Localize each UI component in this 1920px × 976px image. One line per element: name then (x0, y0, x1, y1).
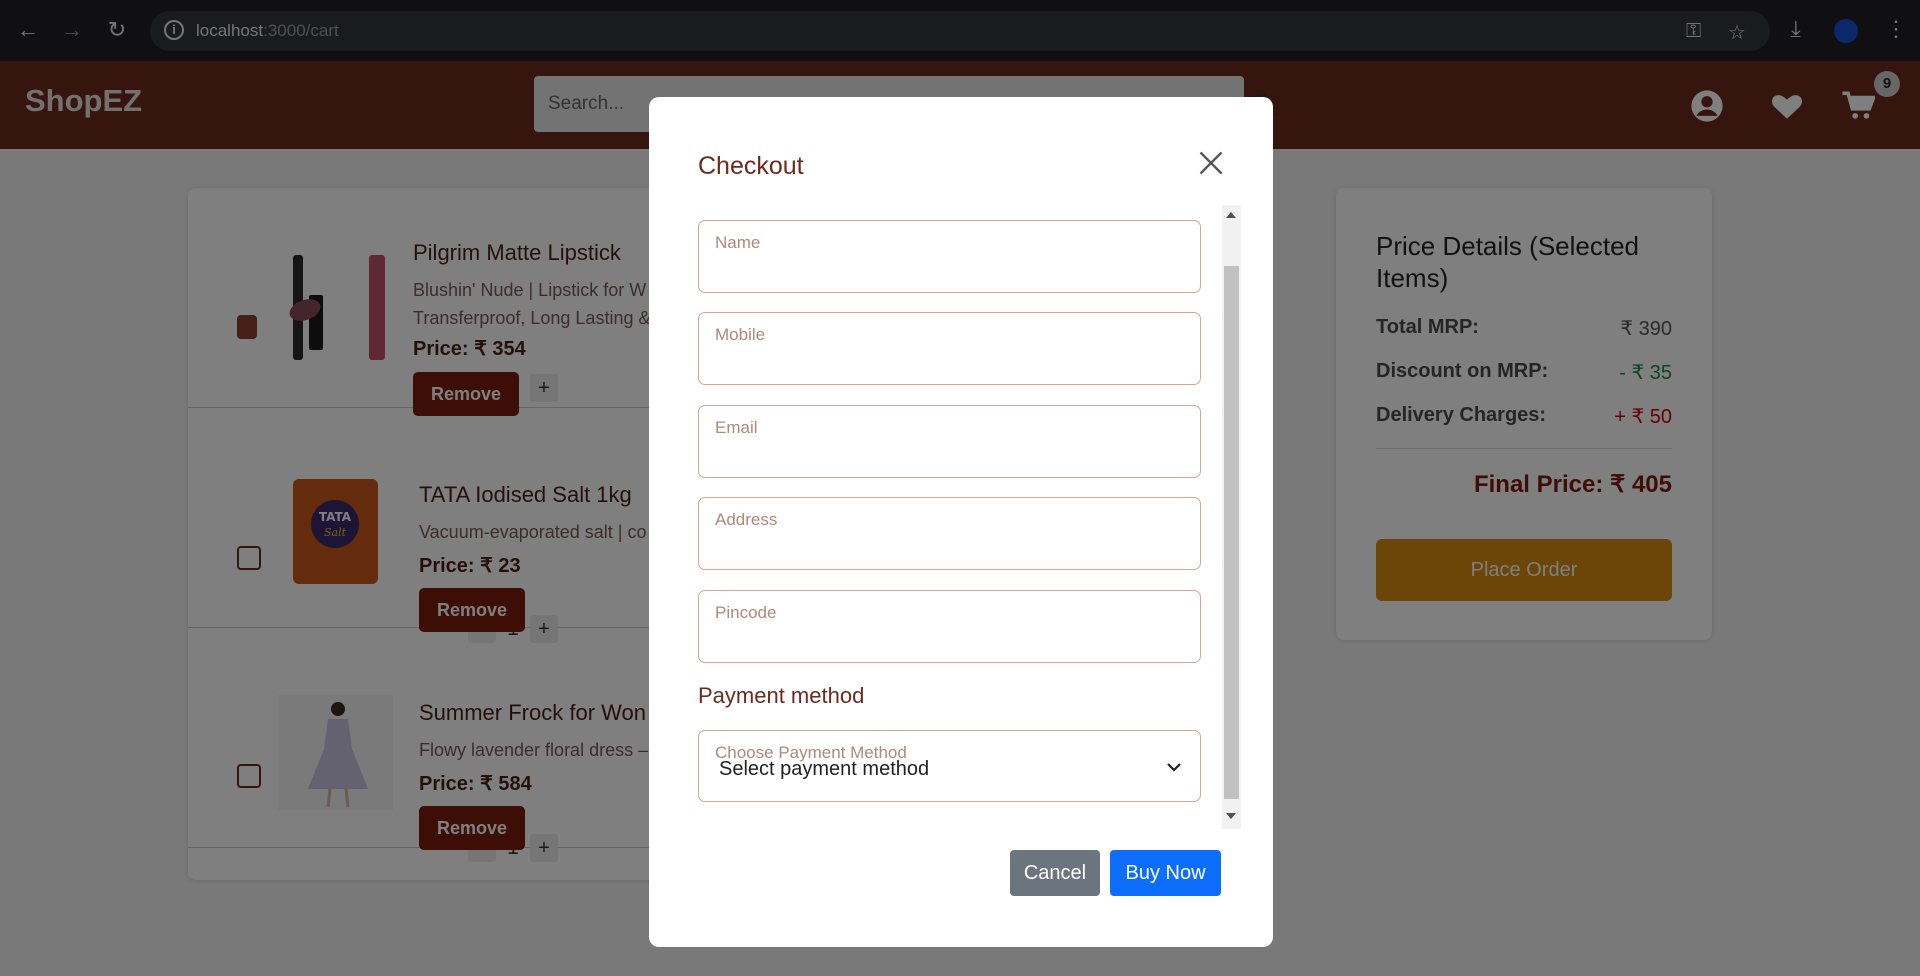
field-label: Name (715, 233, 761, 252)
scroll-up-arrow-icon[interactable] (1226, 212, 1236, 218)
checkout-modal: Checkout Name Mobile Email Address Pinco… (649, 97, 1273, 947)
cancel-button[interactable]: Cancel (1010, 850, 1100, 896)
field-label: Email (715, 418, 758, 437)
mobile-field[interactable]: Mobile (698, 312, 1201, 385)
name-field[interactable]: Name (698, 220, 1201, 293)
field-label: Mobile (715, 325, 766, 344)
form-scroll-area: Name Mobile Email Address Pincode Paymen… (698, 205, 1224, 829)
field-label: Pincode (715, 603, 777, 622)
buy-now-button[interactable]: Buy Now (1110, 850, 1221, 896)
scrollbar-thumb[interactable] (1224, 266, 1239, 799)
payment-method-heading: Payment method (698, 683, 865, 708)
chevron-down-icon (1167, 763, 1181, 772)
address-field[interactable]: Address (698, 497, 1201, 570)
scroll-down-arrow-icon[interactable] (1226, 813, 1236, 819)
select-value: Select payment method (719, 758, 930, 780)
field-label: Address (715, 510, 778, 529)
pincode-field[interactable]: Pincode (698, 590, 1201, 663)
modal-title: Checkout (698, 152, 804, 180)
email-field[interactable]: Email (698, 405, 1201, 478)
close-icon[interactable] (1197, 149, 1225, 177)
payment-method-select[interactable]: Choose Payment Method Select payment met… (698, 730, 1201, 802)
